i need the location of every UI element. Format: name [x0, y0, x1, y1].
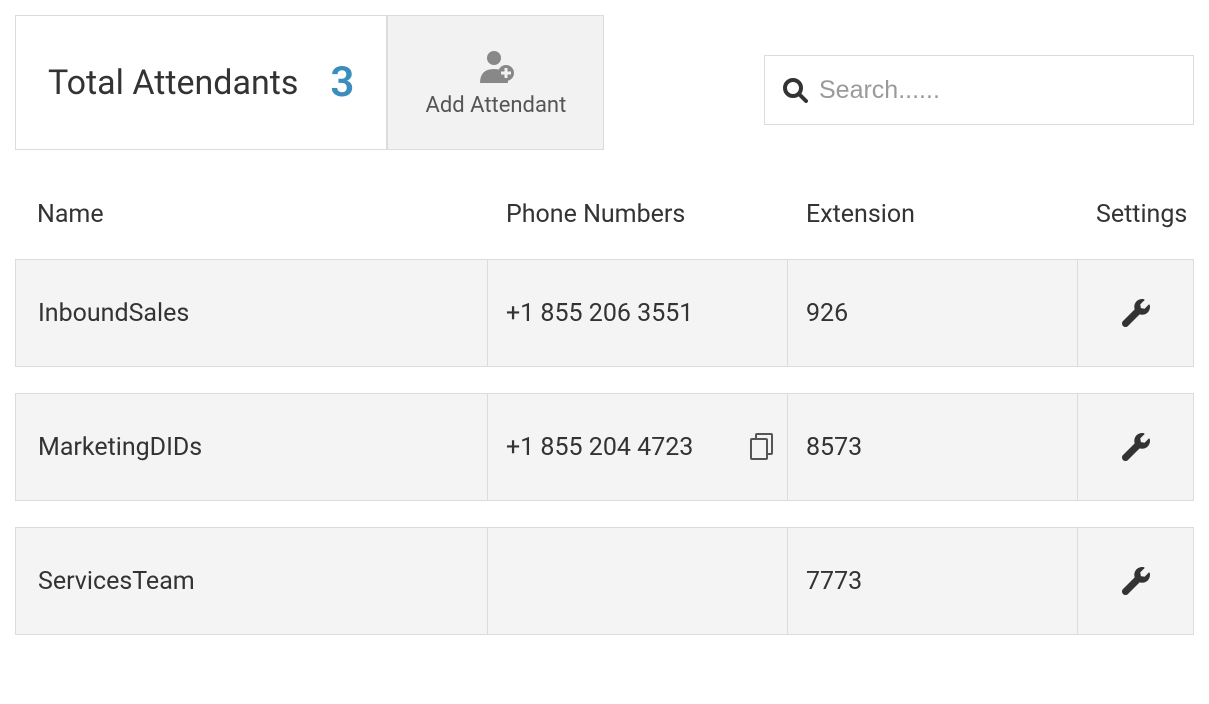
cell-phone: +1 855 204 4723	[488, 394, 788, 500]
wrench-icon	[1122, 299, 1150, 327]
search-wrap	[764, 15, 1194, 150]
total-attendants-label: Total Attendants	[48, 63, 298, 103]
attendants-table: Name Phone Numbers Extension Settings In…	[0, 165, 1209, 650]
settings-button[interactable]	[1078, 394, 1193, 500]
copy-icon[interactable]	[749, 432, 775, 462]
user-plus-icon	[476, 47, 516, 85]
cell-extension: 7773	[788, 528, 1078, 634]
total-attendants-panel: Total Attendants 3	[15, 15, 387, 150]
cell-name: ServicesTeam	[16, 528, 488, 634]
table-body: InboundSales+1 855 206 3551926 MarketingD…	[15, 259, 1194, 635]
cell-extension: 8573	[788, 394, 1078, 500]
add-attendant-button[interactable]: Add Attendant	[387, 15, 604, 150]
column-header-phone: Phone Numbers	[488, 200, 788, 229]
wrench-icon	[1122, 433, 1150, 461]
search-box[interactable]	[764, 55, 1194, 125]
wrench-icon	[1122, 567, 1150, 595]
search-input[interactable]	[819, 76, 1177, 105]
add-attendant-label: Add Attendant	[426, 93, 567, 118]
table-row: InboundSales+1 855 206 3551926	[15, 259, 1194, 367]
settings-button[interactable]	[1078, 260, 1193, 366]
table-row: MarketingDIDs+1 855 204 47238573	[15, 393, 1194, 501]
table-row: ServicesTeam 7773	[15, 527, 1194, 635]
table-header: Name Phone Numbers Extension Settings	[15, 180, 1194, 259]
cell-phone	[488, 528, 788, 634]
cell-extension: 926	[788, 260, 1078, 366]
top-bar: Total Attendants 3 Add Attendant	[0, 0, 1209, 165]
cell-name: MarketingDIDs	[16, 394, 488, 500]
cell-name: InboundSales	[16, 260, 488, 366]
total-attendants-count: 3	[330, 58, 354, 107]
cell-phone: +1 855 206 3551	[488, 260, 788, 366]
column-header-extension: Extension	[788, 200, 1078, 229]
search-icon	[781, 76, 809, 104]
column-header-settings: Settings	[1078, 200, 1194, 229]
settings-button[interactable]	[1078, 528, 1193, 634]
column-header-name: Name	[15, 200, 488, 229]
